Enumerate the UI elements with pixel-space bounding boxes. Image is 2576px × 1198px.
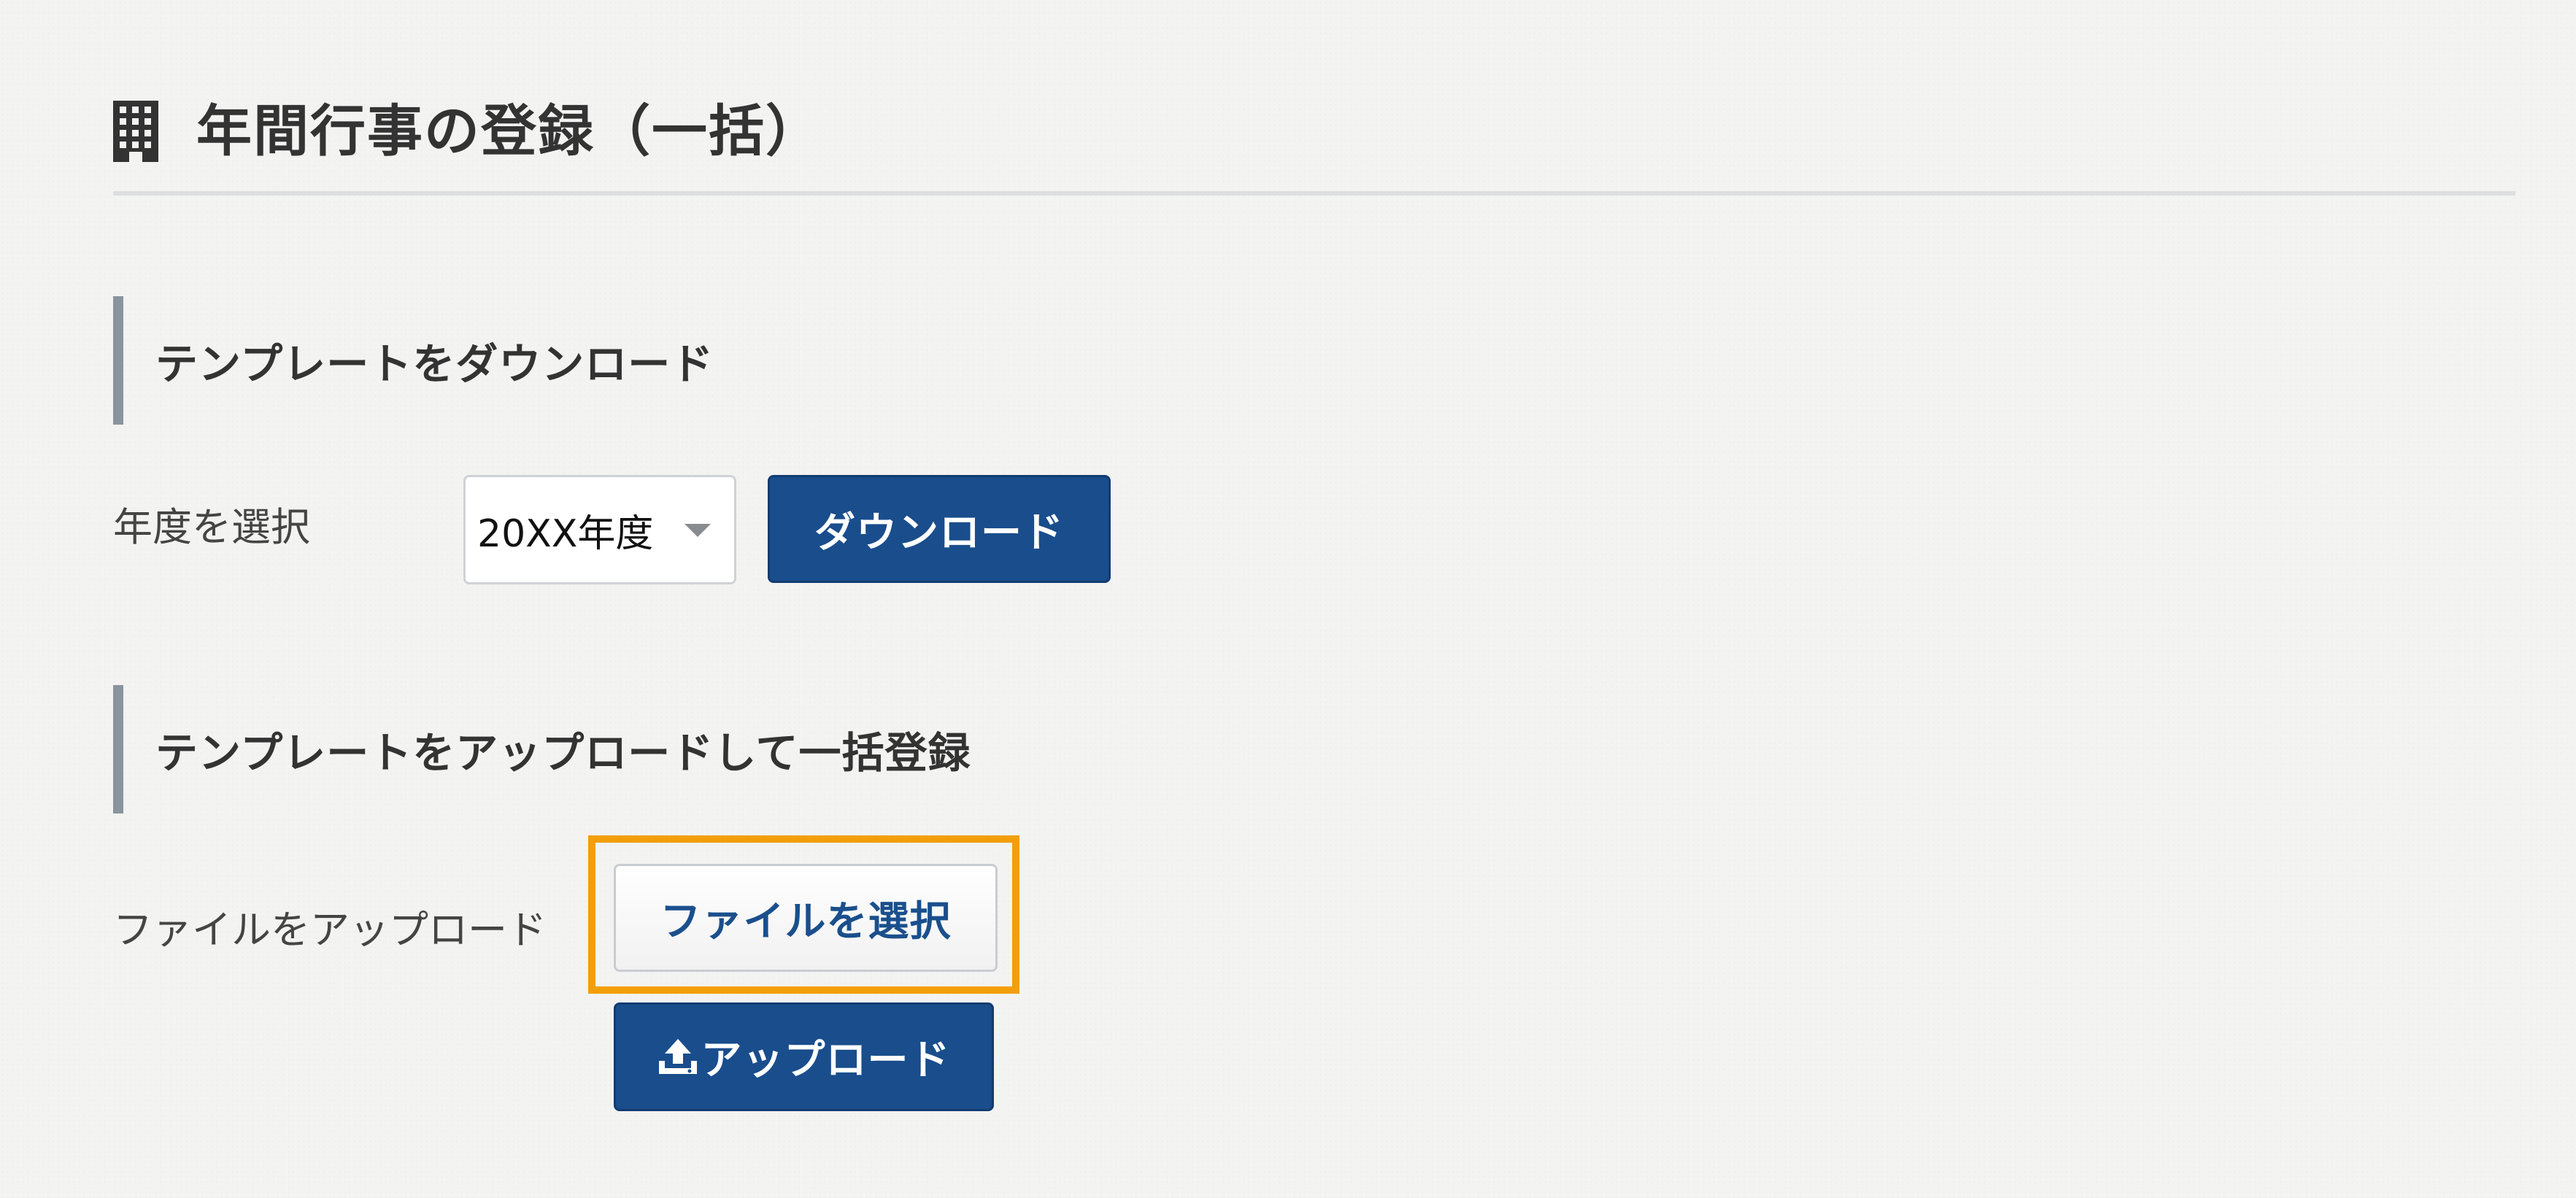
file-upload-label: ファイルをアップロード	[113, 907, 547, 953]
upload-button[interactable]: アップロード	[614, 1002, 994, 1111]
download-section-heading: テンプレートをダウンロード	[113, 296, 714, 425]
caret-down-icon	[685, 524, 711, 537]
upload-icon	[658, 1038, 697, 1074]
year-select[interactable]: 20XX年度	[463, 475, 736, 584]
year-select-value: 20XX年度	[477, 511, 654, 556]
title-divider	[113, 191, 2515, 196]
file-select-button-label: ファイルを選択	[660, 897, 952, 946]
upload-section-heading: テンプレートをアップロードして一括登録	[113, 685, 971, 814]
page-title: 年間行事の登録（一括）	[196, 98, 822, 163]
download-button[interactable]: ダウンロード	[768, 475, 1111, 583]
upload-button-label: アップロード	[701, 1037, 951, 1084]
page-title-row: 年間行事の登録（一括）	[113, 88, 822, 175]
upload-section-heading-text: テンプレートをアップロードして一括登録	[155, 728, 971, 778]
file-select-button[interactable]: ファイルを選択	[614, 864, 998, 972]
download-section-heading-text: テンプレートをダウンロード	[155, 339, 714, 389]
building-icon	[113, 101, 158, 162]
download-button-label: ダウンロード	[814, 509, 1064, 557]
year-select-label: 年度を選択	[113, 504, 310, 550]
